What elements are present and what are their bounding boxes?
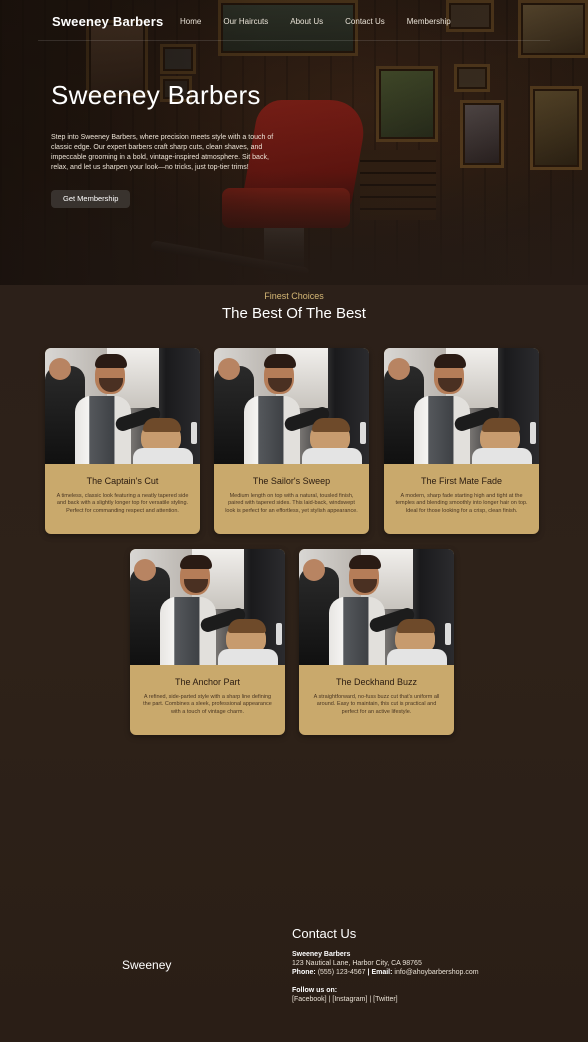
separator: |	[367, 969, 370, 976]
follow-label: Follow us on:	[292, 987, 338, 994]
social-links: [Facebook] | [Instagram] | [Twitter]	[292, 995, 552, 1004]
nav-link-contact-us[interactable]: Contact Us	[345, 17, 385, 26]
footer-brand: Sweeney	[122, 958, 172, 972]
twitter-link[interactable]: [Twitter]	[373, 996, 398, 1003]
haircut-photo	[45, 348, 200, 464]
email-label: Email:	[371, 969, 393, 976]
instagram-link[interactable]: [Instagram]	[332, 996, 367, 1003]
card-title: The Anchor Part	[174, 677, 241, 687]
section-eyebrow: Finest Choices	[264, 291, 324, 301]
page: Sweeney Barbers Home Our Haircuts About …	[0, 0, 588, 1042]
haircut-card[interactable]: The Sailor's Sweep Medium length on top …	[214, 348, 369, 534]
hero-section: Sweeney Barbers Home Our Haircuts About …	[0, 0, 588, 285]
nav-link-our-haircuts[interactable]: Our Haircuts	[223, 17, 268, 26]
haircut-card[interactable]: The Captain's Cut A timeless, classic lo…	[45, 348, 200, 534]
nav-link-membership[interactable]: Membership	[407, 17, 451, 26]
section-title: The Best Of The Best	[222, 305, 366, 322]
card-description: A timeless, classic look featuring a nea…	[56, 493, 189, 514]
haircut-photo	[299, 549, 454, 665]
nav-brand[interactable]: Sweeney Barbers	[52, 14, 163, 29]
follow-us: Follow us on: [Facebook] | [Instagram] |…	[292, 986, 552, 1004]
phone-number[interactable]: (555) 123-4567	[318, 969, 366, 976]
phone-label: Phone:	[292, 969, 316, 976]
facebook-link[interactable]: [Facebook]	[292, 996, 327, 1003]
card-description: A modern, sharp fade starting high and t…	[395, 493, 528, 514]
get-membership-button[interactable]: Get Membership	[51, 190, 131, 208]
contact-info: Sweeney Barbers 123 Nautical Lane, Harbo…	[292, 950, 562, 977]
phone-email-line: Phone: (555) 123-4567 | Email: info@ahoy…	[292, 968, 562, 977]
nav-links: Home Our Haircuts About Us Contact Us Me…	[180, 17, 473, 26]
hero-description: Step into Sweeney Barbers, where precisi…	[51, 134, 274, 171]
card-title: The Sailor's Sweep	[252, 476, 331, 486]
haircut-photo	[214, 348, 369, 464]
card-description: Medium length on top with a natural, tou…	[225, 493, 358, 514]
social-separator: |	[369, 996, 372, 1003]
card-title: The Deckhand Buzz	[335, 677, 418, 687]
email-link[interactable]: info@ahoybarbershop.com	[394, 969, 478, 976]
hero-title: Sweeney Barbers	[51, 80, 261, 110]
haircut-card[interactable]: The Deckhand Buzz A straightforward, no-…	[299, 549, 454, 735]
nav-link-home[interactable]: Home	[180, 17, 201, 26]
card-title: The Captain's Cut	[86, 476, 159, 486]
haircut-card[interactable]: The First Mate Fade A modern, sharp fade…	[384, 348, 539, 534]
social-separator: |	[328, 996, 331, 1003]
haircut-card[interactable]: The Anchor Part A refined, side-parted s…	[130, 549, 285, 735]
card-description: A refined, side-parted style with a shar…	[143, 694, 272, 715]
business-name: Sweeney Barbers	[292, 951, 351, 958]
card-description: A straightforward, no-fuss buzz cut that…	[313, 694, 440, 715]
nav-link-about-us[interactable]: About Us	[290, 17, 323, 26]
haircut-photo	[384, 348, 539, 464]
address: 123 Nautical Lane, Harbor City, CA 98765	[292, 960, 422, 967]
card-title: The First Mate Fade	[420, 476, 503, 486]
haircut-photo	[130, 549, 285, 665]
contact-title: Contact Us	[292, 926, 357, 941]
